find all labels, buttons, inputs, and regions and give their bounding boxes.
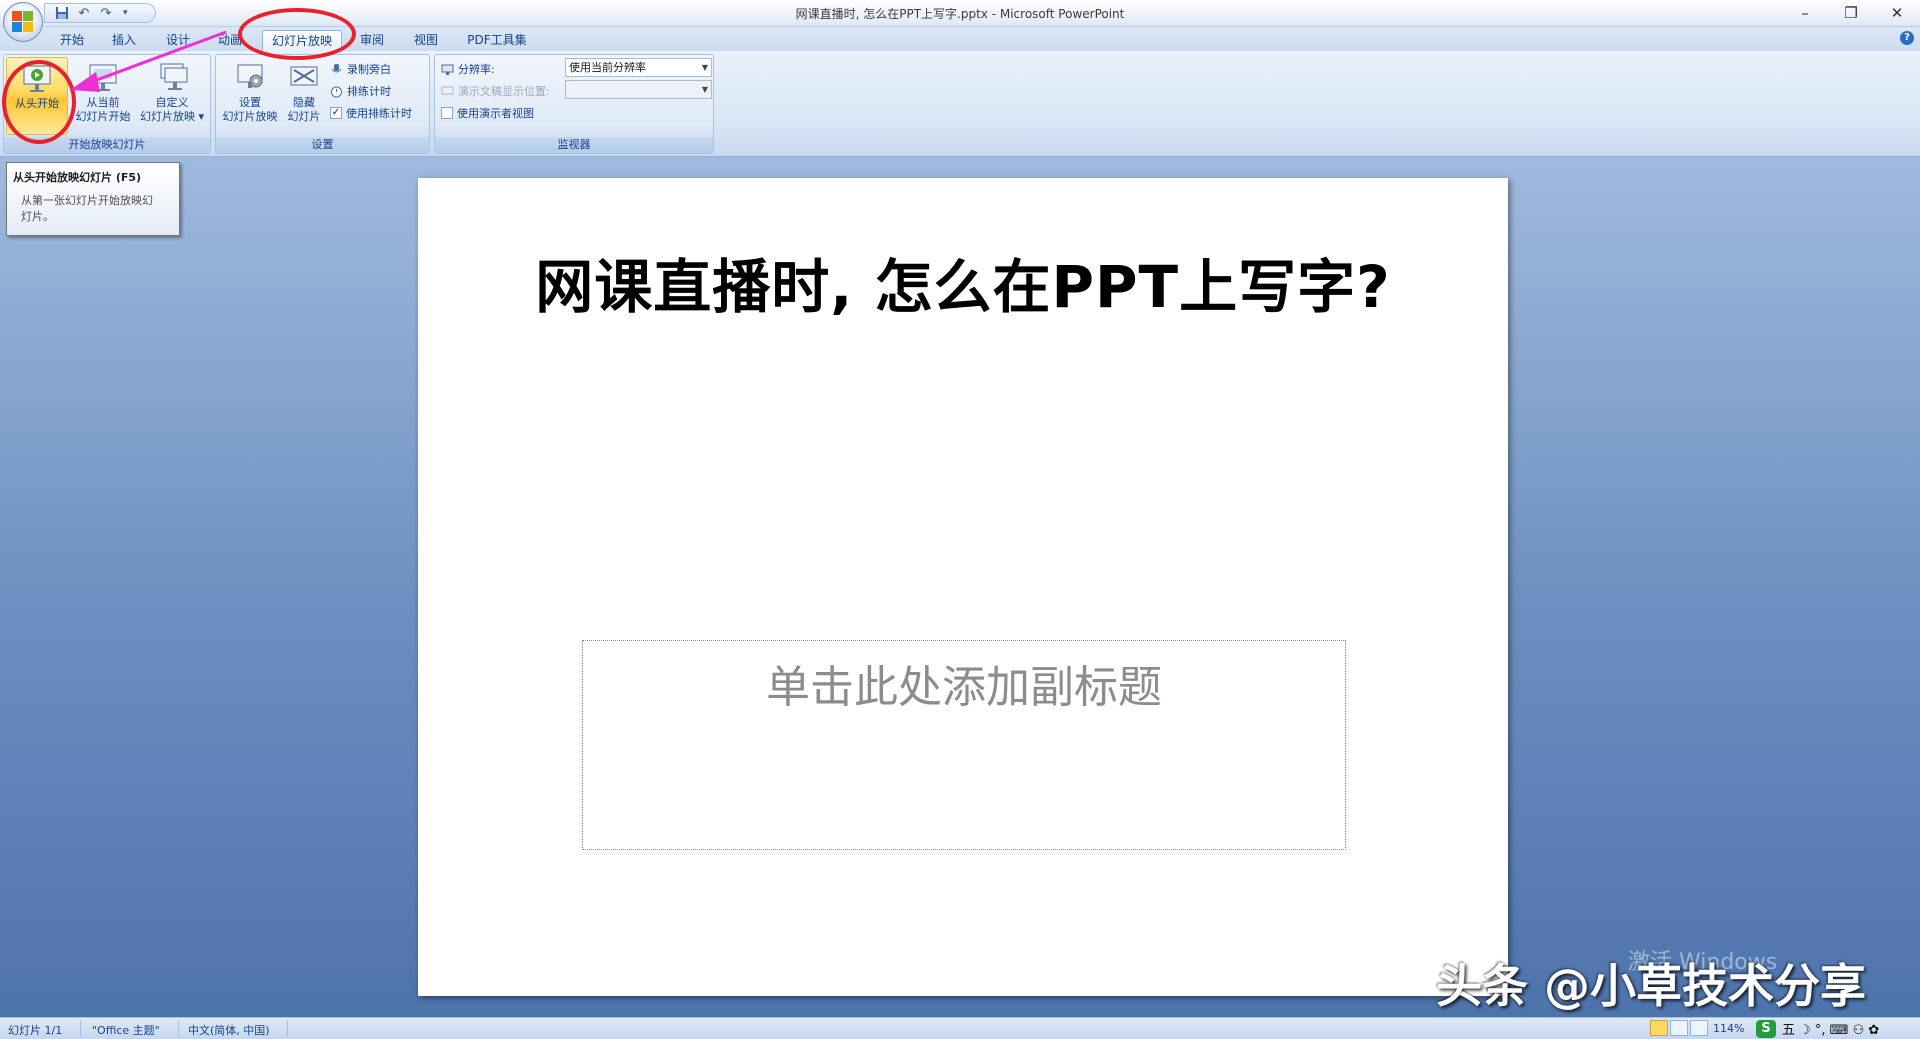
status-bar: 幻灯片 1/1 "Office 主题" 中文(简体, 中国) 114% S 五 … — [0, 1017, 1920, 1039]
setup-label-2: 幻灯片放映 — [222, 110, 278, 123]
hide-label-2: 幻灯片 — [287, 110, 321, 123]
display-icon — [441, 85, 454, 98]
slideshow-current-icon — [87, 61, 119, 93]
use-rehearsed-check[interactable]: ✓ — [330, 107, 342, 119]
tab-insert[interactable]: 插入 — [108, 30, 140, 51]
ribbon: 从头开始 从当前 幻灯片开始 自定义 幻灯片放映 ▾ 开始放映幻灯片 设置 幻灯… — [0, 51, 1920, 157]
ime-logo-icon[interactable]: S — [1756, 1019, 1776, 1038]
use-rehearsed-timings-checkbox[interactable]: ✓ 使用排练计时 — [330, 104, 412, 122]
ime-toolbar[interactable]: 五 ☽ °, ⌨ ⚇ ✿ — [1782, 1019, 1879, 1038]
zoom-level[interactable]: 114% — [1713, 1022, 1744, 1035]
from-current-label-2: 幻灯片开始 — [75, 110, 131, 123]
help-icon[interactable]: ? — [1900, 31, 1914, 45]
from-current-label-1: 从当前 — [86, 96, 120, 109]
slide-sorter-view-icon[interactable] — [1670, 1020, 1688, 1036]
resolution-label: 分辨率: — [441, 60, 495, 78]
restore-button[interactable]: ❐ — [1828, 0, 1874, 26]
setup-slideshow-icon — [234, 61, 266, 93]
close-button[interactable]: ✕ — [1874, 0, 1920, 26]
group-monitors-label: 监视器 — [435, 137, 713, 153]
use-rehearsed-label: 使用排练计时 — [346, 107, 412, 120]
setup-label-1: 设置 — [239, 96, 261, 109]
slide-show-view-icon[interactable] — [1690, 1020, 1708, 1036]
stopwatch-icon — [330, 85, 343, 98]
rehearse-timings-label: 排练计时 — [347, 85, 391, 98]
resolution-select[interactable]: 使用当前分辨率 ▼ — [565, 58, 712, 77]
monitor-icon — [441, 63, 454, 76]
minimize-button[interactable]: – — [1782, 0, 1828, 26]
window-controls: – ❐ ✕ — [1782, 0, 1920, 26]
slide-count: 幻灯片 1/1 — [8, 1024, 63, 1037]
tooltip-title: 从头开始放映幻灯片 (F5) — [13, 171, 142, 184]
show-on-label: 演示文稿显示位置: — [441, 82, 550, 100]
setup-slide-show-button[interactable]: 设置 幻灯片放映 — [219, 57, 281, 135]
slide-title[interactable]: 网课直播时, 怎么在PPT上写字? — [418, 240, 1508, 324]
subtitle-placeholder-text: 单击此处添加副标题 — [766, 662, 1162, 713]
rehearse-timings-button[interactable]: 排练计时 — [330, 82, 391, 100]
custom-slide-show-button[interactable]: 自定义 幻灯片放映 ▾ — [136, 57, 208, 135]
tooltip-body-2: 灯片。 — [21, 210, 54, 223]
theme-name[interactable]: "Office 主题" — [92, 1022, 160, 1038]
subtitle-placeholder-box[interactable]: 单击此处添加副标题 — [582, 640, 1346, 850]
office-logo-icon — [12, 11, 34, 33]
group-setup-label: 设置 — [216, 137, 429, 153]
hide-slide-button[interactable]: 隐藏 幻灯片 — [282, 57, 326, 135]
presenter-view-label: 使用演示者视图 — [457, 107, 534, 120]
office-button[interactable] — [3, 2, 43, 42]
hide-slide-icon — [288, 61, 320, 93]
show-on-select[interactable]: ▼ — [565, 80, 712, 99]
microphone-icon — [330, 63, 343, 76]
presenter-view-checkbox[interactable]: 使用演示者视图 — [441, 104, 534, 122]
tab-design[interactable]: 设计 — [162, 30, 194, 51]
group-monitors: 分辨率: 使用当前分辨率 ▼ 演示文稿显示位置: ▼ 使用演示者视图 监视器 — [434, 54, 714, 154]
tab-pdf-tools[interactable]: PDF工具集 — [462, 30, 532, 51]
record-narration-button[interactable]: 录制旁白 — [330, 60, 391, 78]
input-method-tray: S 五 ☽ °, ⌨ ⚇ ✿ — [1756, 1019, 1879, 1038]
custom-label-1: 自定义 — [155, 96, 189, 109]
record-narration-label: 录制旁白 — [347, 63, 391, 76]
from-current-slide-button[interactable]: 从当前 幻灯片开始 — [72, 57, 134, 135]
watermark-text: 头条 @小草技术分享 — [1436, 959, 1867, 1013]
custom-slideshow-icon — [156, 61, 188, 93]
group-setup: 设置 幻灯片放映 隐藏 幻灯片 录制旁白 排练计时 ✓ 使用排练计时 设置 — [215, 54, 430, 154]
slide-canvas[interactable]: 网课直播时, 怎么在PPT上写字? 单击此处添加副标题 — [418, 178, 1508, 996]
annotation-circle-button — [2, 60, 76, 144]
language-indicator[interactable]: 中文(简体, 中国) — [188, 1022, 270, 1038]
resolution-value: 使用当前分辨率 — [569, 61, 646, 74]
presenter-view-check[interactable] — [441, 107, 453, 119]
view-buttons — [1650, 1020, 1708, 1036]
tooltip-body-1: 从第一张幻灯片开始放映幻 — [21, 194, 153, 207]
chevron-down-icon: ▼ — [701, 85, 708, 94]
chevron-down-icon: ▼ — [701, 63, 708, 72]
tab-home[interactable]: 开始 — [56, 30, 88, 51]
tab-review[interactable]: 审阅 — [356, 30, 388, 51]
tab-view[interactable]: 视图 — [410, 30, 442, 51]
custom-label-2: 幻灯片放映 ▾ — [139, 110, 205, 123]
normal-view-icon[interactable] — [1650, 1020, 1668, 1036]
hide-label-1: 隐藏 — [293, 96, 315, 109]
annotation-circle-tab — [238, 8, 356, 60]
from-beginning-tooltip: 从头开始放映幻灯片 (F5) 从第一张幻灯片开始放映幻 灯片。 — [6, 162, 180, 236]
